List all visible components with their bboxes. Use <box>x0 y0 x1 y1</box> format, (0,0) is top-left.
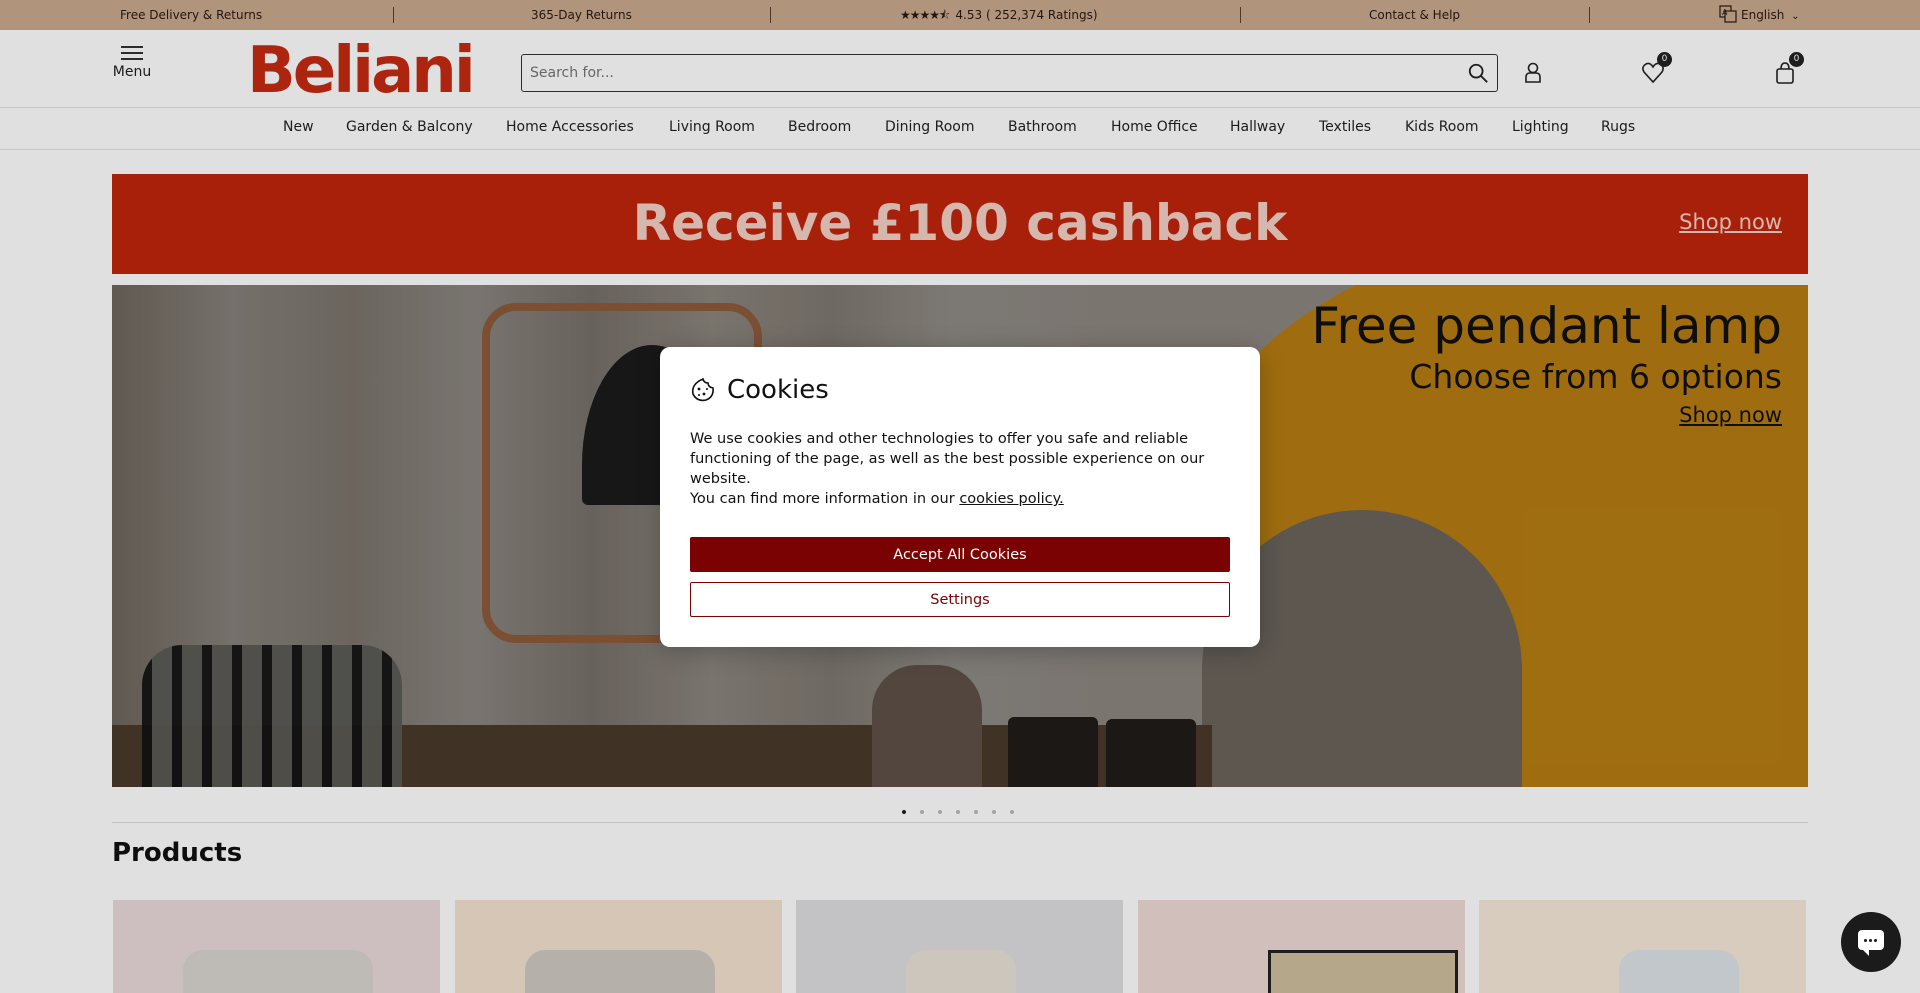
section-divider <box>112 822 1808 823</box>
chevron-down-icon: ⌄ <box>1791 11 1800 22</box>
nav-item-bedroom[interactable]: Bedroom <box>788 119 851 135</box>
language-selector[interactable]: A English ⌄ <box>1719 0 1800 30</box>
nav-item-hallway[interactable]: Hallway <box>1230 119 1285 135</box>
menu-button[interactable]: Menu <box>112 46 152 80</box>
slider-dot[interactable] <box>902 809 906 814</box>
search-bar <box>521 54 1498 92</box>
kettle-image <box>872 665 982 787</box>
rating-count: ( 252,374 Ratings) <box>985 8 1098 22</box>
promo-shop-now-link[interactable]: Shop now <box>1679 210 1782 234</box>
category-nav: New Garden & Balcony Home Accessories Li… <box>0 108 1920 150</box>
cookie-consent-modal: Cookies We use cookies and other technol… <box>660 347 1260 647</box>
cookie-policy-line: You can find more information in our coo… <box>690 489 1230 509</box>
slider-dot[interactable] <box>974 809 978 814</box>
star-rating-icon: ★★★★⯪ <box>900 8 950 22</box>
nav-item-garden-balcony[interactable]: Garden & Balcony <box>346 119 473 135</box>
site-header: Menu Beliani 0 0 <box>0 30 1920 108</box>
rating-value: 4.53 <box>955 8 983 22</box>
product-card[interactable] <box>113 900 440 993</box>
hero-headline: Free pendant lamp <box>1311 297 1782 355</box>
contact-help-link[interactable]: Contact & Help <box>1369 0 1460 30</box>
chat-icon <box>1858 930 1884 956</box>
nav-item-home-accessories[interactable]: Home Accessories <box>506 119 634 135</box>
nav-item-bathroom[interactable]: Bathroom <box>1008 119 1077 135</box>
product-card[interactable] <box>455 900 782 993</box>
product-card[interactable] <box>1138 900 1465 993</box>
user-account-icon[interactable] <box>1520 60 1546 86</box>
svg-text:A: A <box>1722 8 1728 17</box>
slider-dot[interactable] <box>1010 809 1014 814</box>
top-info-bar: Free Delivery & Returns 365-Day Returns … <box>0 0 1920 30</box>
slider-dot[interactable] <box>992 809 996 814</box>
free-delivery-text: Free Delivery & Returns <box>120 8 263 22</box>
cookie-modal-body: We use cookies and other technologies to… <box>690 429 1230 509</box>
hero-shop-now-link[interactable]: Shop now <box>1679 403 1782 427</box>
rating[interactable]: ★★★★⯪ 4.53 ( 252,374 Ratings) <box>900 0 1098 30</box>
language-label: English <box>1741 8 1785 22</box>
wishlist-count-badge: 0 <box>1657 52 1672 67</box>
product-image <box>1268 950 1458 993</box>
product-image <box>183 950 373 993</box>
slider-dot[interactable] <box>956 809 960 814</box>
wishlist-button[interactable]: 0 <box>1640 52 1672 86</box>
cookie-modal-header: Cookies <box>690 375 1230 405</box>
cashback-promo-banner[interactable]: Receive £100 cashback Shop now <box>112 174 1808 274</box>
nav-item-home-office[interactable]: Home Office <box>1111 119 1198 135</box>
search-icon[interactable] <box>1467 62 1489 84</box>
cart-button[interactable]: 0 <box>1772 52 1804 86</box>
menu-label: Menu <box>112 64 152 80</box>
nav-item-kids-room[interactable]: Kids Room <box>1405 119 1479 135</box>
cup-image <box>1106 719 1196 787</box>
cart-count-badge: 0 <box>1789 52 1804 67</box>
nav-item-rugs[interactable]: Rugs <box>1601 119 1635 135</box>
nav-item-new[interactable]: New <box>283 119 314 135</box>
divider <box>1589 7 1590 23</box>
search-input[interactable] <box>522 55 1442 91</box>
slider-dot[interactable] <box>920 809 924 814</box>
cookie-settings-button[interactable]: Settings <box>690 582 1230 617</box>
divider <box>393 7 394 23</box>
cookie-description: We use cookies and other technologies to… <box>690 431 1205 487</box>
divider <box>770 7 771 23</box>
translate-icon: A <box>1719 5 1737 23</box>
returns-text: 365-Day Returns <box>531 8 632 22</box>
nav-item-textiles[interactable]: Textiles <box>1319 119 1371 135</box>
beliani-logo[interactable]: Beliani <box>247 38 476 104</box>
product-card[interactable] <box>1479 900 1806 993</box>
nav-item-living-room[interactable]: Living Room <box>669 119 755 135</box>
cookie-icon <box>691 377 714 402</box>
nav-item-lighting[interactable]: Lighting <box>1512 119 1569 135</box>
cup-image <box>1008 717 1098 787</box>
hero-subheadline: Choose from 6 options <box>1409 357 1782 396</box>
product-card[interactable] <box>796 900 1123 993</box>
hero-text: Free pendant lamp Choose from 6 options … <box>1311 295 1782 427</box>
nav-item-dining-room[interactable]: Dining Room <box>885 119 975 135</box>
slider-pagination <box>902 801 1028 814</box>
chat-button[interactable] <box>1841 912 1901 972</box>
cookie-modal-title: Cookies <box>727 375 829 405</box>
cookie-policy-prefix: You can find more information in our <box>690 491 960 507</box>
divider <box>1240 7 1241 23</box>
cookies-policy-link[interactable]: cookies policy. <box>959 491 1063 507</box>
hamburger-icon <box>121 46 143 61</box>
accept-all-cookies-button[interactable]: Accept All Cookies <box>690 537 1230 572</box>
product-image <box>525 950 715 993</box>
product-image <box>1619 950 1739 993</box>
rattan-chair-image <box>142 645 402 787</box>
product-image <box>906 950 1016 993</box>
promo-title: Receive £100 cashback <box>632 194 1288 252</box>
products-heading: Products <box>112 838 243 868</box>
slider-dot[interactable] <box>938 809 942 814</box>
